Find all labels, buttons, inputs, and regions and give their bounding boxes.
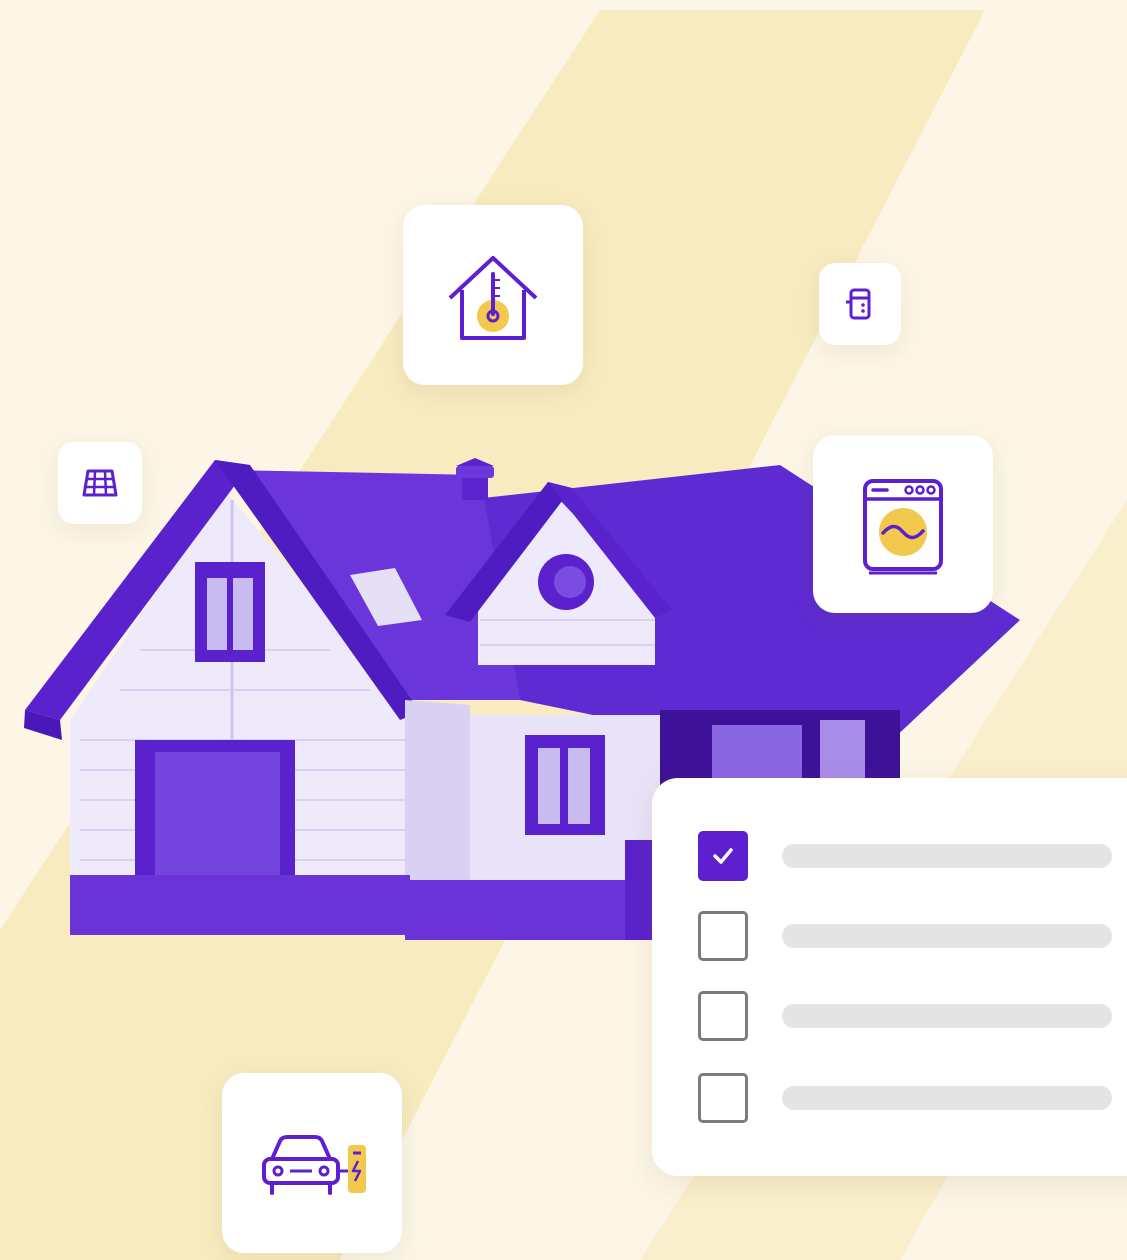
- checklist-row: [698, 1072, 1118, 1124]
- thermostat-card: [403, 205, 583, 385]
- placeholder-line: [782, 844, 1112, 868]
- house-thermometer-icon: [448, 256, 538, 340]
- placeholder-line: [782, 1086, 1112, 1110]
- solar-panel-icon: [82, 469, 118, 497]
- checkbox-unchecked[interactable]: [698, 991, 748, 1041]
- washing-machine-card: [813, 435, 993, 613]
- checkmark-icon: [713, 848, 733, 864]
- placeholder-line: [782, 1004, 1112, 1028]
- checklist-row: [698, 910, 1118, 962]
- checklist-row: [698, 830, 1118, 882]
- checkbox-checked[interactable]: [698, 831, 748, 881]
- battery-card: [819, 263, 901, 345]
- home-battery-icon: [846, 288, 871, 320]
- washing-machine-icon: [863, 479, 943, 575]
- placeholder-line: [782, 924, 1112, 948]
- electric-car-charger-icon: [262, 1135, 366, 1195]
- checklist-row: [698, 990, 1118, 1042]
- solar-panel-card: [58, 442, 142, 524]
- ev-charger-card: [222, 1073, 402, 1253]
- hero-illustration: [0, 0, 1127, 1260]
- checkbox-unchecked[interactable]: [698, 911, 748, 961]
- checklist-card: [652, 778, 1127, 1176]
- checkbox-unchecked[interactable]: [698, 1073, 748, 1123]
